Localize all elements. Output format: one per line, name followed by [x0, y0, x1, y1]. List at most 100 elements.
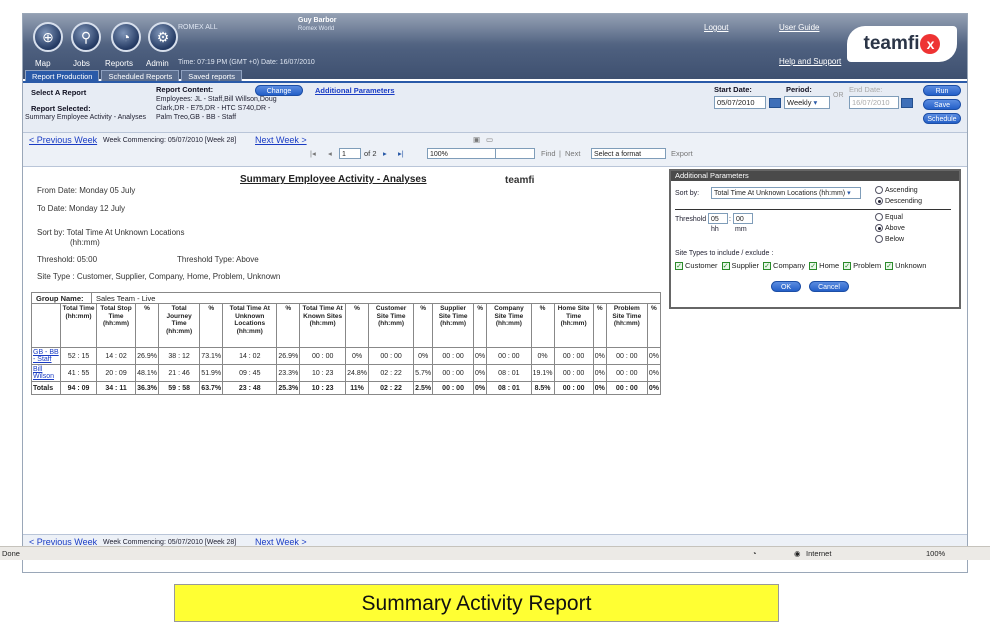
tab-saved-reports[interactable]: Saved reports [181, 70, 242, 81]
zoom-select[interactable]: 100% [427, 148, 499, 159]
table-cell: 0% [345, 347, 369, 365]
ascending-radio[interactable]: Ascending [875, 186, 918, 194]
row-label[interactable]: Bill Wilson [30, 364, 62, 382]
site-type-checkbox[interactable]: ✓ Unknown [885, 261, 926, 270]
tab-scheduled-reports[interactable]: Scheduled Reports [101, 70, 180, 81]
next-page-icon[interactable]: ▸ [383, 149, 387, 158]
table-cell: 14 : 02 [222, 347, 278, 365]
site-type-checkbox[interactable]: ✓ Supplier [721, 261, 759, 270]
table-cell: 48.1% [135, 364, 159, 382]
week-commencing-text: Week Commencing: 05/07/2010 [Week 28] [103, 137, 237, 144]
period-label: Period: [786, 85, 812, 94]
table-cell: 36.3% [135, 381, 159, 395]
end-calendar-icon[interactable] [901, 98, 913, 108]
site-type-label: Company [773, 261, 806, 270]
page-number-input[interactable]: 1 [339, 148, 361, 159]
equal-radio[interactable]: Equal [875, 213, 903, 221]
format-select[interactable]: Select a format [591, 148, 666, 159]
nav-admin[interactable]: Admin [146, 59, 169, 68]
admin-gear-icon[interactable]: ⚙ [148, 22, 178, 52]
table-cell: 0% [646, 364, 662, 382]
find-link[interactable]: Find [541, 149, 556, 158]
user-guide-link[interactable]: User Guide [779, 23, 819, 32]
table-cell: 73.1% [199, 347, 224, 365]
period-select[interactable]: Weekly ▾ [784, 96, 830, 109]
table-cell: 52 : 15 [60, 347, 97, 365]
check-icon: ✓ [885, 261, 894, 270]
threshold-minutes-select[interactable]: 00 [733, 213, 753, 224]
column-header: Total Time At Known Sites (hh:mm) [299, 303, 347, 348]
threshold-hours-select[interactable]: 05 [708, 213, 728, 224]
site-type-checkbox[interactable]: ✓ Problem [843, 261, 881, 270]
column-header: % [199, 303, 224, 348]
site-type-checkbox[interactable]: ✓ Home [809, 261, 839, 270]
start-date-input[interactable]: 05/07/2010 [714, 96, 766, 109]
threshold-text: Threshold: 05:00 [37, 255, 98, 264]
last-page-icon[interactable]: ▸| [398, 149, 404, 158]
schedule-button[interactable]: Schedule [923, 113, 961, 124]
above-radio[interactable]: Above [875, 224, 905, 232]
report-body: Summary Employee Activity - Analyses tea… [25, 168, 665, 538]
row-label[interactable]: GB - BB - Staff [30, 347, 62, 365]
start-date-label: Start Date: [714, 85, 752, 94]
save-button[interactable]: Save [923, 99, 961, 110]
descending-radio[interactable]: Descending [875, 197, 922, 205]
sort-select[interactable]: Total Time At Unknown Locations (hh:mm) … [711, 187, 861, 199]
logout-link[interactable]: Logout [704, 23, 728, 32]
ok-button[interactable]: OK [771, 281, 801, 292]
map-icon[interactable]: ⊕ [33, 22, 63, 52]
chevron-down-icon: ▾ [813, 98, 818, 107]
check-icon: ✓ [763, 261, 772, 270]
find-next-link[interactable]: Next [565, 149, 580, 158]
reports-icon[interactable]: ◔ [111, 22, 141, 52]
cancel-button[interactable]: Cancel [809, 281, 849, 292]
nav-map[interactable]: Map [35, 59, 51, 68]
site-type-label: Home [819, 261, 840, 270]
export-link[interactable]: Export [671, 149, 693, 158]
prev-page-icon[interactable]: ◂ [328, 149, 332, 158]
table-cell: 0% [530, 347, 555, 365]
previous-week-link[interactable]: < Previous Week [29, 135, 97, 145]
below-radio[interactable]: Below [875, 235, 904, 243]
time-text: Time: 07:19 PM (GMT +0) Date: 16/07/2010 [178, 59, 315, 66]
table-cell: 51.9% [199, 364, 224, 382]
zone-text: Internet [806, 549, 832, 558]
table-cell: 10 : 23 [299, 364, 347, 382]
run-button[interactable]: Run [923, 85, 961, 96]
report-title: Summary Employee Activity - Analyses [240, 174, 427, 185]
jobs-icon[interactable]: ⚲ [71, 22, 101, 52]
additional-parameters-link[interactable]: Additional Parameters [315, 86, 395, 95]
layout-icon[interactable]: ▭ [486, 135, 493, 144]
next-week-link[interactable]: Next Week > [255, 135, 307, 145]
column-header: % [276, 303, 301, 348]
nav-reports[interactable]: Reports [105, 59, 133, 68]
page-of-text: of 2 [364, 149, 377, 158]
table-row: Totals 94 : 09 34 : 11 36.3% 59 : 58 63.7% 23 … [30, 381, 662, 395]
zoom-level[interactable]: 100% [926, 547, 945, 560]
table-cell: 0% [473, 381, 488, 395]
site-type-checkbox[interactable]: ✓ Customer [675, 261, 718, 270]
column-header: Total Time (hh:mm) [60, 303, 97, 348]
column-header: Total Time At Unknown Locations (hh:mm) [222, 303, 278, 348]
column-header: % [413, 303, 434, 348]
table-cell: 23 : 48 [222, 381, 278, 395]
table-cell: 94 : 09 [60, 381, 97, 395]
nav-jobs[interactable]: Jobs [73, 59, 90, 68]
browser-status-bar: Done ◔ ◉ Internet 100% [0, 546, 990, 560]
tab-report-production[interactable]: Report Production [25, 70, 100, 81]
site-type-label: Customer [685, 261, 718, 270]
start-calendar-icon[interactable] [769, 98, 781, 108]
site-type-checkbox[interactable]: ✓ Company [763, 261, 805, 270]
first-page-icon[interactable]: |◂ [310, 149, 316, 158]
select-report-label[interactable]: Select A Report [31, 88, 86, 97]
report-content-label: Report Content: [156, 85, 214, 94]
end-date-input[interactable]: 16/07/2010 [849, 96, 899, 109]
help-support-link[interactable]: Help and Support [779, 57, 841, 66]
print-icon[interactable]: ▣ [473, 135, 480, 144]
column-header: % [646, 303, 662, 348]
column-header: Home Site Time (hh:mm) [553, 303, 594, 348]
report-tabs: Report Production Scheduled Reports Save… [23, 70, 242, 81]
find-input[interactable] [495, 148, 535, 159]
table-cell: 0% [646, 381, 662, 395]
table-cell: 63.7% [199, 381, 224, 395]
